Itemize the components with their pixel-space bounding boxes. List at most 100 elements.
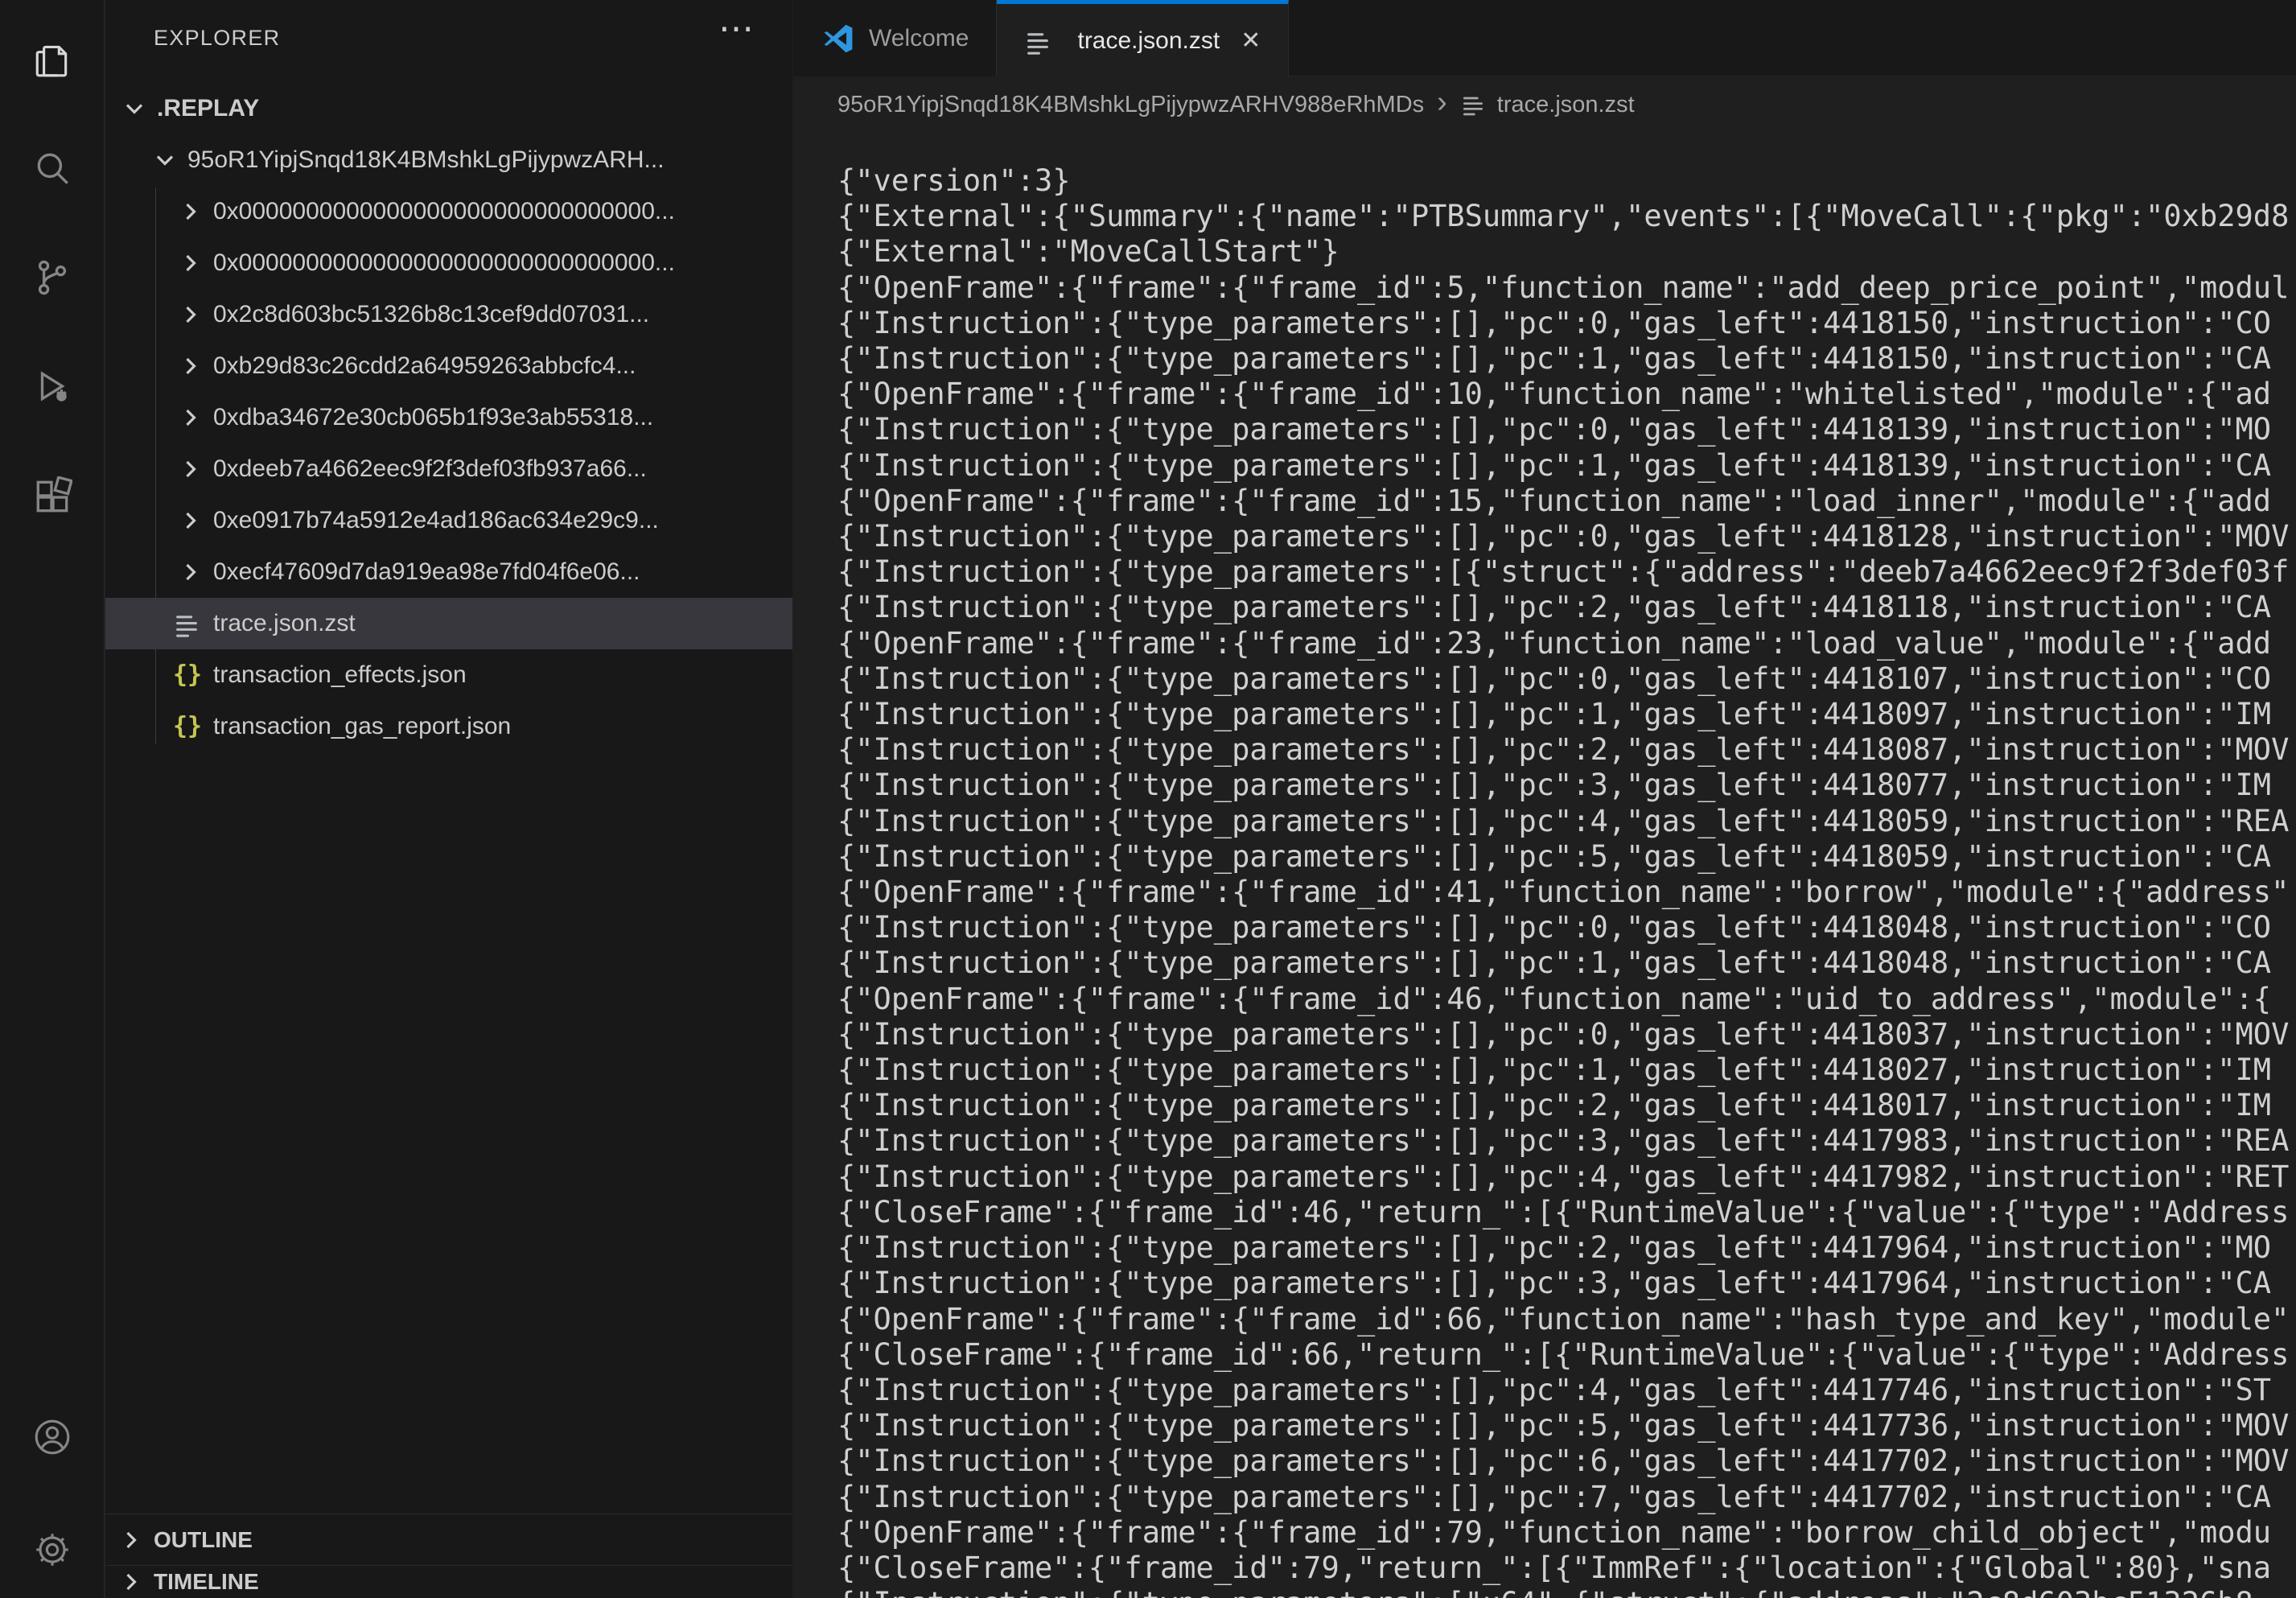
code-line[interactable]: {"Instruction":{"type_parameters":[],"pc… — [837, 945, 2296, 981]
code-line[interactable]: {"Instruction":{"type_parameters":[],"pc… — [837, 1017, 2296, 1052]
code-line[interactable]: {"Instruction":{"type_parameters":[],"pc… — [837, 1230, 2296, 1266]
outline-section-label: OUTLINE — [154, 1527, 253, 1553]
code-line[interactable]: {"OpenFrame":{"frame":{"frame_id":46,"fu… — [837, 982, 2296, 1017]
vscode-logo-icon — [821, 21, 856, 56]
code-line[interactable]: {"Instruction":{"type_parameters":[],"pc… — [837, 1408, 2296, 1444]
code-line[interactable]: {"External":{"Summary":{"name":"PTBSumma… — [837, 199, 2296, 234]
code-line[interactable]: {"version":3} — [837, 163, 2296, 199]
editor-content[interactable]: {"version":3}{"External":{"Summary":{"na… — [793, 133, 2296, 1598]
source-control-icon — [32, 257, 72, 298]
activity-bar-bottom — [32, 1417, 72, 1598]
chevron-right-icon — [117, 1526, 146, 1555]
tree-item[interactable]: .REPLAY — [105, 83, 792, 134]
file-lines-icon — [1460, 92, 1486, 117]
files-icon — [32, 39, 72, 79]
explorer-header: EXPLORER ⋯ — [105, 0, 792, 76]
code-line[interactable]: {"Instruction":{"type_parameters":[],"pc… — [837, 1373, 2296, 1408]
tab-welcome[interactable]: Welcome — [793, 0, 997, 76]
source-control-activity-button[interactable] — [32, 257, 72, 298]
tree-item[interactable]: 0x2c8d603bc51326b8c13cef9dd07031... — [105, 289, 792, 340]
code-line[interactable]: {"CloseFrame":{"frame_id":79,"return_":[… — [837, 1551, 2296, 1586]
account-button[interactable] — [32, 1417, 72, 1457]
chevron-right-icon — [176, 506, 205, 535]
tree-item-label: 0xb29d83c26cdd2a64959263abbcfc4... — [213, 352, 636, 380]
outline-section-header[interactable]: OUTLINE — [105, 1514, 792, 1565]
code-line[interactable]: {"Instruction":{"type_parameters":[],"pc… — [837, 1123, 2296, 1159]
code-line[interactable]: {"Instruction":{"type_parameters":[],"pc… — [837, 1052, 2296, 1088]
chevron-down-icon — [150, 146, 179, 175]
file-tree: .REPLAY 95oR1YipjSnqd18K4BMshkLgPijypwzA… — [105, 83, 792, 752]
code-line[interactable]: {"Instruction":{"type_parameters":[],"pc… — [837, 697, 2296, 732]
tree-item[interactable]: 0xdba34672e30cb065b1f93e3ab55318... — [105, 392, 792, 443]
chevron-right-icon — [176, 352, 205, 381]
code-line[interactable]: {"Instruction":{"type_parameters":[],"pc… — [837, 341, 2296, 377]
code-line[interactable]: {"Instruction":{"type_parameters":[],"pc… — [837, 448, 2296, 484]
tree-item[interactable]: 0xe0917b74a5912e4ad186ac634e29c9... — [105, 495, 792, 546]
code-line[interactable]: {"Instruction":{"type_parameters":[],"pc… — [837, 839, 2296, 875]
tree-item[interactable]: 0x0000000000000000000000000000000... — [105, 186, 792, 237]
code-line[interactable]: {"Instruction":{"type_parameters":[],"pc… — [837, 768, 2296, 803]
tab-trace.json.zst[interactable]: trace.json.zst ✕ — [997, 0, 1289, 77]
code-line[interactable]: {"OpenFrame":{"frame":{"frame_id":66,"fu… — [837, 1302, 2296, 1337]
code-line[interactable]: {"Instruction":{"type_parameters":[],"pc… — [837, 519, 2296, 554]
tree-item-label: .REPLAY — [157, 95, 259, 122]
code-line[interactable]: {"CloseFrame":{"frame_id":66,"return_":[… — [837, 1337, 2296, 1373]
tree-item-label: transaction_effects.json — [213, 661, 467, 689]
code-line[interactable]: {"Instruction":{"type_parameters":[],"pc… — [837, 412, 2296, 447]
code-line[interactable]: {"Instruction":{"type_parameters":[],"pc… — [837, 1480, 2296, 1515]
settings-button[interactable] — [32, 1530, 72, 1570]
code-line[interactable]: {"Instruction":{"type_parameters":[],"pc… — [837, 1159, 2296, 1195]
code-line[interactable]: {"Instruction":{"type_parameters":[],"pc… — [837, 661, 2296, 697]
code-line[interactable]: {"OpenFrame":{"frame":{"frame_id":23,"fu… — [837, 626, 2296, 661]
chevron-right-icon — [176, 197, 205, 226]
tree-item-label: 0xe0917b74a5912e4ad186ac634e29c9... — [213, 507, 659, 534]
code-line[interactable]: {"OpenFrame":{"frame":{"frame_id":10,"fu… — [837, 377, 2296, 412]
tree-item[interactable]: 0xecf47609d7da919ea98e7fd04f6e06... — [105, 546, 792, 598]
activity-bar-top — [32, 0, 72, 1417]
code-line[interactable]: {"Instruction":{"type_parameters":["u64"… — [837, 1586, 2296, 1598]
search-activity-button[interactable] — [32, 148, 72, 188]
explorer-title: EXPLORER — [105, 26, 280, 51]
code-line[interactable]: {"Instruction":{"type_parameters":[],"pc… — [837, 1088, 2296, 1123]
explorer-activity-button[interactable] — [32, 39, 72, 79]
tree-item-label: trace.json.zst — [213, 610, 356, 637]
file-lines-icon — [1024, 27, 1053, 56]
code-line[interactable]: {"Instruction":{"type_parameters":[],"pc… — [837, 732, 2296, 768]
code-line[interactable]: {"Instruction":{"type_parameters":[],"pc… — [837, 590, 2296, 625]
tree-item[interactable]: {} transaction_effects.json — [105, 649, 792, 701]
tree-item[interactable]: 0xb29d83c26cdd2a64959263abbcfc4... — [105, 340, 792, 392]
code-line[interactable]: {"Instruction":{"type_parameters":[],"pc… — [837, 1444, 2296, 1479]
tree-item[interactable]: {} transaction_gas_report.json — [105, 701, 792, 752]
breadcrumb-file[interactable]: trace.json.zst — [1497, 92, 1635, 118]
json-braces-icon: {} — [173, 661, 202, 690]
gear-icon — [32, 1530, 72, 1570]
tree-item-label: 0x2c8d603bc51326b8c13cef9dd07031... — [213, 301, 649, 328]
close-icon[interactable]: ✕ — [1241, 27, 1261, 55]
extensions-activity-button[interactable] — [32, 476, 72, 517]
code-line[interactable]: {"External":"MoveCallStart"} — [837, 234, 2296, 270]
breadcrumb-folder[interactable]: 95oR1YipjSnqd18K4BMshkLgPijypwzARHV988eR… — [837, 92, 1424, 118]
run-debug-activity-button[interactable] — [32, 367, 72, 407]
tab-bar: Welcome trace.json.zst ✕ — [793, 0, 2296, 76]
code-line[interactable]: {"OpenFrame":{"frame":{"frame_id":15,"fu… — [837, 484, 2296, 519]
timeline-section-header[interactable]: TIMELINE — [105, 1565, 792, 1598]
code-line[interactable]: {"Instruction":{"type_parameters":[],"pc… — [837, 910, 2296, 945]
extensions-icon — [32, 476, 72, 517]
tree-item[interactable]: 0x0000000000000000000000000000000... — [105, 237, 792, 289]
code-line[interactable]: {"Instruction":{"type_parameters":[],"pc… — [837, 306, 2296, 341]
tree-item[interactable]: trace.json.zst — [105, 598, 792, 649]
code-line[interactable]: {"Instruction":{"type_parameters":[],"pc… — [837, 1266, 2296, 1301]
code-line[interactable]: {"OpenFrame":{"frame":{"frame_id":79,"fu… — [837, 1515, 2296, 1551]
code-line[interactable]: {"OpenFrame":{"frame":{"frame_id":5,"fun… — [837, 270, 2296, 306]
code-line[interactable]: {"Instruction":{"type_parameters":[],"pc… — [837, 804, 2296, 839]
tree-item[interactable]: 95oR1YipjSnqd18K4BMshkLgPijypwzARH... — [105, 134, 792, 186]
tree-item[interactable]: 0xdeeb7a4662eec9f2f3def03fb937a66... — [105, 443, 792, 495]
code-line[interactable]: {"OpenFrame":{"frame":{"frame_id":41,"fu… — [837, 875, 2296, 910]
json-braces-icon: {} — [173, 712, 202, 741]
tree-item-label: 0x0000000000000000000000000000000... — [213, 198, 675, 225]
tree-item-label: 95oR1YipjSnqd18K4BMshkLgPijypwzARH... — [187, 146, 665, 174]
tree-item-label: 0xdeeb7a4662eec9f2f3def03fb937a66... — [213, 455, 647, 483]
code-line[interactable]: {"Instruction":{"type_parameters":[{"str… — [837, 554, 2296, 590]
more-actions-icon[interactable]: ⋯ — [718, 11, 754, 47]
code-line[interactable]: {"CloseFrame":{"frame_id":46,"return_":[… — [837, 1195, 2296, 1230]
